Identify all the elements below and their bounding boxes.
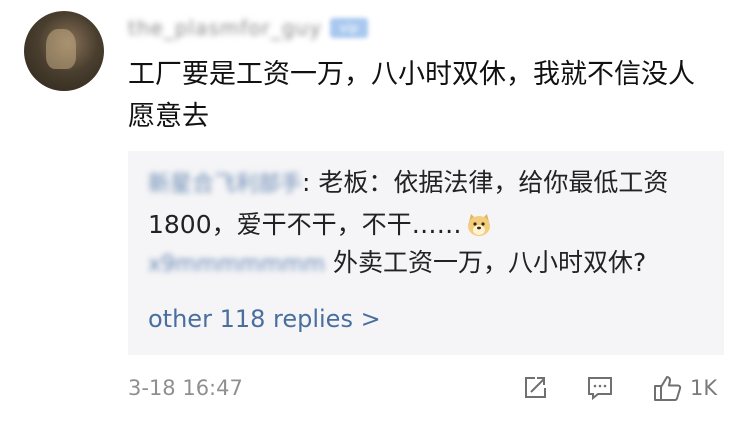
reply-separator: :	[302, 168, 311, 197]
timestamp: 3-18 16:47	[128, 376, 243, 400]
repost-button[interactable]	[522, 372, 548, 404]
comment-button[interactable]	[586, 372, 614, 404]
comment-footer: 3-18 16:47 1K	[128, 370, 724, 406]
vip-badge: vip	[329, 18, 368, 38]
doge-icon	[467, 214, 490, 236]
username-row: the_plasmfor_guy vip	[128, 14, 368, 42]
repost-icon	[525, 377, 546, 398]
reply-author[interactable]: x9mmmmmmm	[148, 252, 325, 277]
like-button[interactable]: 1K	[652, 372, 717, 404]
reply-author[interactable]: 新星合飞利部手	[148, 172, 302, 197]
reply-item[interactable]: 新星合飞利部手: 老板：依据法律，给你最低工资1800，爱干不干，不干……	[148, 163, 688, 245]
avatar[interactable]	[24, 11, 104, 91]
comment-text: 工厂要是工资一万，八小时双休，我就不信没人愿意去	[128, 59, 695, 132]
more-replies-link[interactable]: other 118 replies >	[148, 301, 381, 337]
comment-icon	[588, 377, 612, 401]
reply-box[interactable]: 新星合飞利部手: 老板：依据法律，给你最低工资1800，爱干不干，不干…… x9…	[128, 151, 724, 355]
reply-item[interactable]: x9mmmmmmm 外卖工资一万，八小时双休?	[148, 243, 688, 285]
thumbs-up-icon	[654, 376, 682, 401]
username[interactable]: the_plasmfor_guy	[128, 16, 322, 40]
avatar-image	[46, 29, 76, 69]
reply-text: 外卖工资一万，八小时双休?	[332, 248, 647, 277]
like-count: 1K	[690, 376, 718, 400]
comment-card: the_plasmfor_guy vip 工厂要是工资一万，八小时双休，我就不信…	[0, 0, 750, 432]
